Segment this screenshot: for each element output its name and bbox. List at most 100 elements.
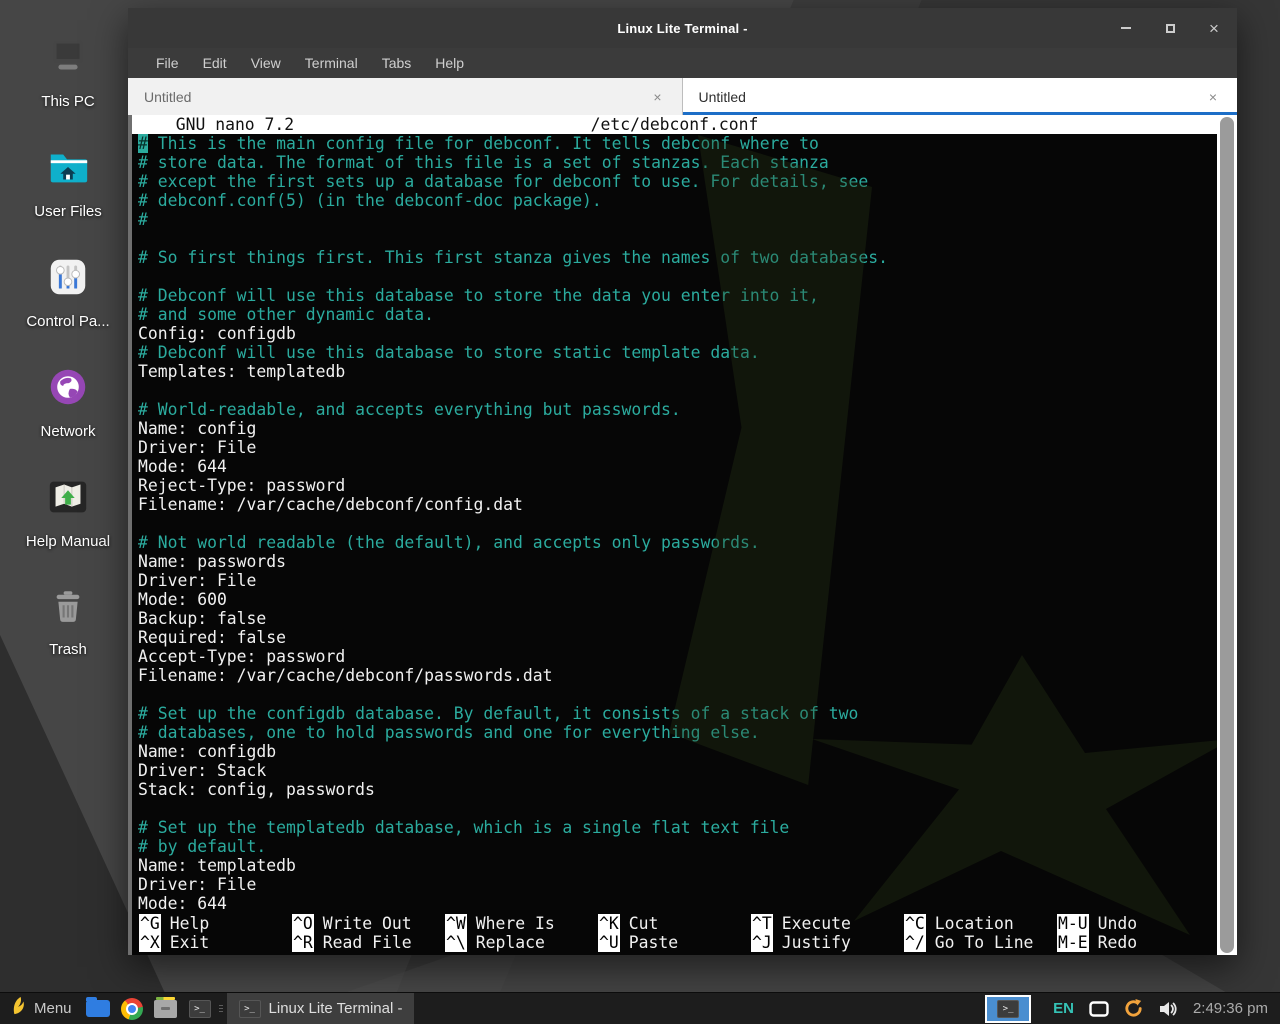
terminal-line: # World-readable, and accepts everything…: [138, 400, 1217, 419]
terminal-line: Driver: File: [138, 875, 1217, 894]
menu-help[interactable]: Help: [423, 48, 476, 78]
nano-file-path: /etc/debconf.conf: [132, 115, 1217, 134]
terminal-line: Templates: templatedb: [138, 362, 1217, 381]
launcher-terminal[interactable]: >_: [183, 993, 217, 1024]
shortcut-label: Replace: [476, 933, 545, 952]
desktop-icon-control-panel[interactable]: Control Pa...: [0, 254, 136, 330]
terminal-line: [138, 514, 1217, 533]
tab-label: Untitled: [699, 89, 1205, 105]
terminal-line: [138, 381, 1217, 400]
tab-close-icon[interactable]: ×: [1205, 87, 1221, 107]
shortcut-column: ^OWrite Out^RRead File: [292, 914, 445, 952]
terminal-line: Mode: 644: [138, 894, 1217, 913]
terminal-line: # Not world readable (the default), and …: [138, 533, 1217, 552]
scrollbar-thumb[interactable]: [1220, 117, 1234, 953]
task-button-terminal[interactable]: >_ Linux Lite Terminal -: [227, 993, 415, 1024]
tab-untitled-2[interactable]: Untitled ×: [683, 78, 1238, 115]
launcher-desktop-pager[interactable]: [81, 993, 115, 1024]
shortcut-key: ^W: [445, 914, 467, 933]
taskbar: Menu >_ >_ Linux Lite Terminal - >_ EN: [0, 992, 1280, 1024]
terminal-line: Config: configdb: [138, 324, 1217, 343]
shortcut-key: ^T: [751, 914, 773, 933]
terminal-screen[interactable]: GNU nano 7.2 /etc/debconf.conf # This is…: [132, 115, 1217, 955]
desktop-icon-network[interactable]: Network: [0, 364, 136, 440]
shortcut-key: ^K: [598, 914, 620, 933]
nano-shortcut: ^\Replace: [445, 933, 598, 952]
globe-icon: [45, 364, 91, 415]
linux-lite-logo-icon: [9, 996, 27, 1021]
shortcut-key: ^R: [292, 933, 314, 952]
shortcut-label: Go To Line: [935, 933, 1034, 952]
shortcut-column: M-UUndoM-ERedo: [1057, 914, 1210, 952]
terminal-line: # This is the main config file for debco…: [138, 134, 1217, 153]
menu-tabs[interactable]: Tabs: [370, 48, 424, 78]
close-button[interactable]: ×: [1207, 21, 1221, 35]
terminal-line: Reject-Type: password: [138, 476, 1217, 495]
terminal-line: [138, 229, 1217, 248]
start-menu-button[interactable]: Menu: [0, 993, 81, 1024]
task-button-label: Linux Lite Terminal -: [269, 1000, 403, 1017]
desktop-icon-label: Network: [40, 423, 95, 440]
terminal-line: [138, 267, 1217, 286]
shortcut-column: ^CLocation^/Go To Line: [904, 914, 1057, 952]
tab-bar: Untitled × Untitled ×: [128, 78, 1237, 115]
tab-close-icon[interactable]: ×: [649, 87, 665, 107]
shortcut-column: ^WWhere Is^\Replace: [445, 914, 598, 952]
shortcut-key: ^U: [598, 933, 620, 952]
updates-tray-icon[interactable]: [1123, 998, 1144, 1019]
shortcut-column: ^KCut^UPaste: [598, 914, 751, 952]
terminal-line: # store data. The format of this file is…: [138, 153, 1217, 172]
terminal-line: Driver: File: [138, 438, 1217, 457]
volume-tray-icon[interactable]: [1158, 1000, 1178, 1018]
launcher-file-manager[interactable]: [149, 993, 183, 1024]
terminal-line: Name: passwords: [138, 552, 1217, 571]
menu-view[interactable]: View: [239, 48, 293, 78]
nano-shortcut: ^JJustify: [751, 933, 904, 952]
maximize-button[interactable]: [1163, 21, 1177, 35]
computer-icon: [45, 34, 91, 85]
focused-window-preview[interactable]: >_: [985, 995, 1031, 1023]
tab-untitled-1[interactable]: Untitled ×: [128, 78, 683, 115]
nano-shortcut: ^GHelp: [139, 914, 292, 933]
shortcut-label: Write Out: [323, 914, 412, 933]
folder-home-icon: [45, 144, 91, 195]
terminal-line: #: [138, 210, 1217, 229]
shortcut-column: ^GHelp^XExit: [139, 914, 292, 952]
menu-terminal[interactable]: Terminal: [293, 48, 370, 78]
terminal-line: # Debconf will use this database to stor…: [138, 343, 1217, 362]
terminal-icon: >_: [239, 1000, 261, 1018]
workspace-icon: [86, 1000, 110, 1017]
shortcut-label: Execute: [782, 914, 851, 933]
start-menu-label: Menu: [34, 1000, 72, 1017]
desktop-icon-help-manual[interactable]: Help Manual: [0, 474, 136, 550]
menu-file[interactable]: File: [144, 48, 191, 78]
menu-edit[interactable]: Edit: [191, 48, 239, 78]
display-tray-icon[interactable]: [1089, 1001, 1109, 1017]
desktop-icon-label: User Files: [34, 203, 102, 220]
minimize-button[interactable]: [1119, 21, 1133, 35]
desktop-icon-label: Control Pa...: [26, 313, 109, 330]
desktop-icon-column: This PC User Files: [0, 0, 136, 960]
keyboard-layout-indicator[interactable]: EN: [1053, 1000, 1074, 1017]
terminal-line: # Debconf will use this database to stor…: [138, 286, 1217, 305]
shortcut-label: Location: [935, 914, 1014, 933]
menubar: File Edit View Terminal Tabs Help: [128, 48, 1237, 78]
shortcut-key: ^G: [139, 914, 161, 933]
tasklist-grip[interactable]: [217, 993, 225, 1024]
desktop-icon-label: Help Manual: [26, 533, 110, 550]
trash-icon: [47, 586, 89, 633]
tab-label: Untitled: [144, 89, 649, 105]
terminal-line: Accept-Type: password: [138, 647, 1217, 666]
desktop-icon-trash[interactable]: Trash: [0, 586, 136, 658]
terminal-icon: >_: [997, 1000, 1019, 1018]
desktop-icon-user-files[interactable]: User Files: [0, 144, 136, 220]
scrollbar-track[interactable]: [1217, 115, 1237, 955]
clock[interactable]: 2:49:36 pm: [1193, 1000, 1268, 1017]
window-titlebar[interactable]: Linux Lite Terminal - ×: [128, 8, 1237, 48]
shortcut-label: Paste: [629, 933, 678, 952]
terminal-window: Linux Lite Terminal - × File Edit View T…: [128, 8, 1237, 955]
desktop-icon-this-pc[interactable]: This PC: [0, 34, 136, 110]
text-cursor: #: [138, 134, 148, 153]
shortcut-key: M-U: [1057, 914, 1089, 933]
launcher-chrome[interactable]: [115, 993, 149, 1024]
